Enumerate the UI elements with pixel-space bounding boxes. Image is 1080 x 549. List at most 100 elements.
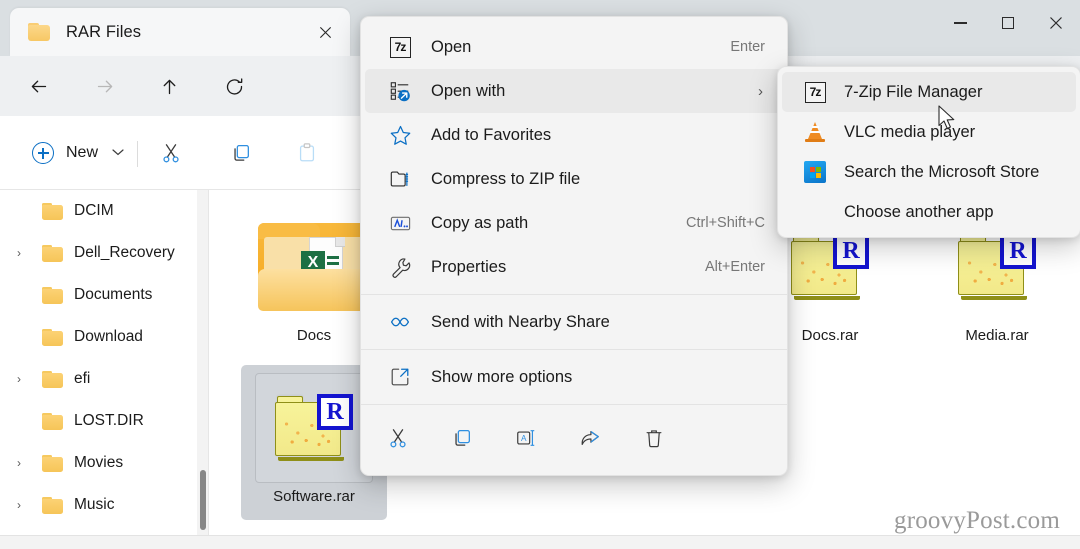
new-button[interactable]: New: [22, 134, 134, 172]
show-more-options-icon: [385, 366, 415, 388]
context-menu: 7z Open Enter Open with › Add to Favorit…: [360, 16, 788, 476]
folder-icon: X: [258, 223, 370, 311]
cut-button[interactable]: [379, 419, 417, 457]
menu-item-accelerator: Alt+Enter: [704, 259, 765, 275]
sidebar-item-label: Dell_Recovery: [74, 244, 175, 261]
rename-button[interactable]: A: [507, 419, 545, 457]
seven-zip-icon: 7z: [802, 81, 828, 103]
tab-title: RAR Files: [66, 22, 142, 41]
menu-item-label: Open: [431, 37, 472, 56]
mouse-cursor: [938, 105, 958, 133]
minimize-button[interactable]: [936, 0, 984, 46]
menu-item-accelerator: Ctrl+Shift+C: [686, 215, 765, 231]
forward-arrow-icon: [97, 80, 112, 92]
copy-icon: [234, 145, 249, 161]
rar-archive-icon: R: [791, 233, 869, 301]
seven-zip-icon: 7z: [385, 36, 415, 58]
expand-chevron-icon[interactable]: ›: [8, 456, 30, 470]
copy-button[interactable]: [443, 419, 481, 457]
file-name-label: Docs.rar: [801, 327, 859, 344]
menu-item-show-more-options[interactable]: Show more options: [365, 355, 783, 399]
file-name-label: Media.rar: [965, 327, 1029, 344]
folder-excel-thumbnail: X: [255, 212, 373, 322]
sidebar-item-movies[interactable]: › Movies: [0, 442, 210, 484]
rename-icon: A: [517, 430, 535, 446]
sidebar-item-music[interactable]: › Music: [0, 484, 210, 526]
menu-item-copy-as-path[interactable]: Copy as path Ctrl+Shift+C: [365, 201, 783, 245]
paste-button[interactable]: [288, 134, 326, 172]
menu-item-open[interactable]: 7z Open Enter: [365, 25, 783, 69]
submenu-chevron-icon: ›: [758, 82, 763, 100]
zip-folder-icon: [385, 168, 415, 190]
submenu-item-choose-another-app[interactable]: Choose another app: [782, 192, 1076, 232]
back-button[interactable]: [21, 69, 55, 103]
maximize-button[interactable]: [984, 0, 1032, 46]
forward-button[interactable]: [88, 69, 122, 103]
menu-item-label: Show more options: [431, 367, 573, 386]
folder-icon: [42, 496, 63, 514]
expand-chevron-icon[interactable]: ›: [8, 498, 30, 512]
refresh-icon: [226, 77, 242, 95]
sidebar-item-label: efi: [74, 370, 91, 387]
menu-item-send-with-nearby-share[interactable]: Send with Nearby Share: [365, 300, 783, 344]
menu-item-label: Add to Favorites: [431, 125, 552, 144]
menu-separator: [361, 404, 787, 405]
menu-separator: [361, 294, 787, 295]
menu-item-properties[interactable]: Properties Alt+Enter: [365, 245, 783, 289]
back-arrow-icon: [31, 80, 46, 92]
browser-tab-rar-files[interactable]: RAR Files: [10, 8, 350, 56]
sidebar-item-download[interactable]: ›Download: [0, 316, 210, 358]
cut-icon: [163, 144, 179, 163]
menu-item-compress-to-zip[interactable]: Compress to ZIP file: [365, 157, 783, 201]
sidebar-item-lost-dir[interactable]: ›LOST.DIR: [0, 400, 210, 442]
star-icon: [385, 124, 415, 147]
watermark: groovyPost.com: [894, 507, 1060, 534]
sidebar-item-dell-recovery[interactable]: › Dell_Recovery: [0, 232, 210, 274]
up-button[interactable]: [152, 69, 186, 103]
folder-icon: [42, 244, 63, 262]
folder-icon: [28, 23, 50, 41]
sidebar-scrollbar-thumb[interactable]: [199, 470, 206, 530]
menu-item-label: Copy as path: [431, 213, 529, 232]
submenu-item-label: Choose another app: [844, 202, 994, 221]
submenu-item-search-the-microsoft-store[interactable]: Search the Microsoft Store: [782, 152, 1076, 192]
menu-separator: [361, 349, 787, 350]
submenu-item-label: 7-Zip File Manager: [844, 82, 983, 101]
close-window-button[interactable]: [1032, 0, 1080, 46]
submenu-item-7-zip-file-manager[interactable]: 7z 7-Zip File Manager: [782, 72, 1076, 112]
menu-item-label: Send with Nearby Share: [431, 312, 610, 331]
copy-path-icon: [385, 212, 415, 235]
vlc-icon: [802, 121, 828, 143]
share-button[interactable]: [571, 419, 609, 457]
sidebar-item-label: Download: [74, 328, 143, 345]
window-controls: [936, 0, 1080, 46]
new-button-label: New: [66, 144, 99, 161]
sidebar-item-dcim[interactable]: ›DCIM: [0, 190, 210, 232]
rar-archive-icon: R: [958, 233, 1036, 301]
nearby-share-icon: [385, 315, 415, 329]
sidebar-item-label: Movies: [74, 454, 124, 471]
refresh-button[interactable]: [217, 69, 251, 103]
menu-action-icon-row: A: [361, 410, 787, 466]
delete-button[interactable]: [635, 419, 673, 457]
file-name-label: Software.rar: [273, 488, 355, 505]
menu-item-open-with[interactable]: Open with ›: [365, 69, 783, 113]
copy-button[interactable]: [222, 134, 260, 172]
paste-icon: [299, 143, 315, 162]
submenu-item-vlc-media-player[interactable]: VLC media player: [782, 112, 1076, 152]
expand-chevron-icon[interactable]: ›: [8, 246, 30, 260]
open-with-icon: [385, 80, 415, 102]
expand-chevron-icon[interactable]: ›: [8, 372, 30, 386]
menu-item-add-to-favorites[interactable]: Add to Favorites: [365, 113, 783, 157]
file-name-label: Docs: [296, 327, 332, 344]
menu-item-label: Compress to ZIP file: [431, 169, 581, 188]
sidebar-item-documents[interactable]: ›Documents: [0, 274, 210, 316]
navigation-pane[interactable]: ›DCIM›Dell_Recovery›Documents›Download›e…: [0, 190, 210, 535]
status-bar: [0, 535, 1080, 549]
close-tab-icon[interactable]: [314, 21, 336, 43]
command-bar-divider: [137, 141, 138, 167]
cut-button[interactable]: [152, 134, 190, 172]
file-explorer-window: RAR Files New DCIM › Dell_Recovery Docum…: [0, 0, 1080, 549]
up-arrow-icon: [163, 79, 175, 94]
sidebar-item-efi[interactable]: › efi: [0, 358, 210, 400]
